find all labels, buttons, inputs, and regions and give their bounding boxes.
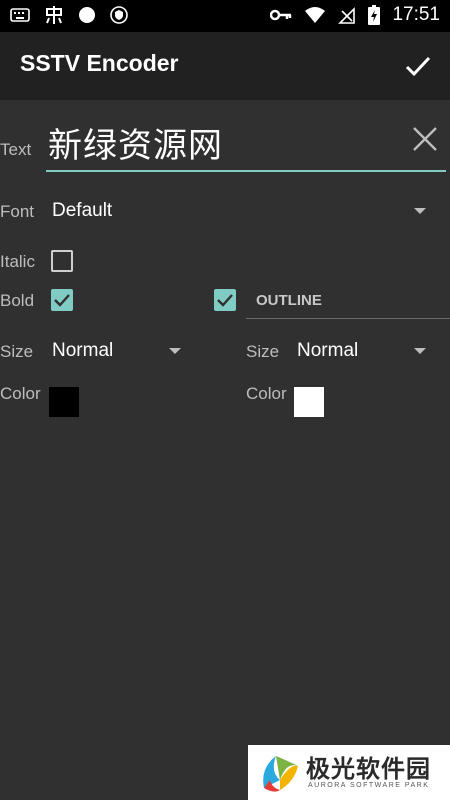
font-dropdown-arrow-icon[interactable] [414,208,426,214]
wifi-icon [305,7,326,23]
outline-title: OUTLINE [256,292,322,309]
font-select[interactable]: Default [52,200,112,222]
outline-color-swatch[interactable] [294,387,324,417]
watermark: 极光软件园 AURORA SOFTWARE PARK [248,745,450,800]
outline-color-label: Color [246,384,287,403]
size-select[interactable]: Normal [52,340,113,362]
color-label: Color [0,384,41,403]
key-icon [270,9,292,21]
text-input[interactable]: 新绿资源网 [46,116,446,172]
status-right-icons: 17:51 [270,4,440,26]
no-signal-icon [338,7,356,24]
aurora-logo-icon [263,756,298,792]
size-dropdown-arrow-icon[interactable] [169,348,181,354]
font-label: Font [0,202,35,221]
bold-label: Bold [0,291,35,310]
text-input-value[interactable]: 新绿资源网 [48,118,223,167]
outline-size-select[interactable]: Normal [297,340,358,362]
close-icon[interactable] [412,126,438,152]
watermark-subtitle: AURORA SOFTWARE PARK [308,782,430,789]
text-label: Text [0,140,32,159]
status-time: 17:51 [392,4,440,25]
watermark-title: 极光软件园 [306,755,431,783]
outline-size-dropdown-arrow-icon[interactable] [414,348,426,354]
italic-label: Italic [0,252,35,271]
circle-icon [79,7,95,23]
shield-icon [110,6,128,24]
text-color-swatch[interactable] [49,387,79,417]
battery-charging-icon [368,5,381,25]
keyboard-icon [10,8,30,22]
app-title: SSTV Encoder [20,50,179,76]
outline-size-label: Size [246,342,280,361]
app-bar: SSTV Encoder [0,32,450,100]
check-icon[interactable] [404,52,432,80]
italic-checkbox[interactable] [51,250,73,272]
outline-checkbox[interactable] [214,289,236,311]
app-icon [46,6,62,24]
status-bar: 17:51 [0,0,450,32]
size-label: Size [0,342,34,361]
checkmark-icon [217,294,233,307]
bold-checkbox[interactable] [51,289,73,311]
checkmark-icon [54,294,70,307]
outline-section-header: OUTLINE [246,286,450,319]
status-left-icons [10,5,128,25]
